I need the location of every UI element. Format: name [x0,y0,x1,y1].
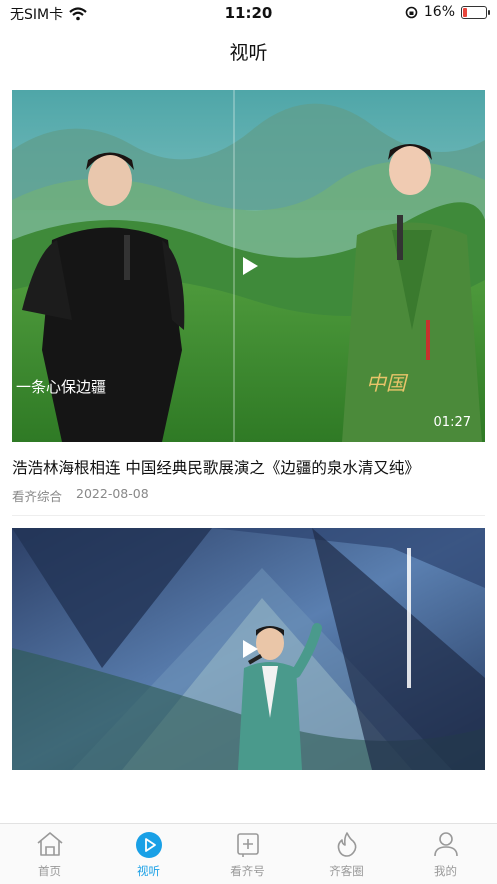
video-source: 看齐综合 [12,489,63,504]
plus-square-icon [236,833,259,857]
tab-label: 视听 [137,864,160,878]
user-icon [433,832,458,857]
video-card[interactable] [12,528,485,770]
battery-icon [461,5,490,19]
video-card[interactable]: 一条心保边疆 中国 01:27 浩浩林海根相连 中国经典民歌展演之《边疆的泉水清… [12,90,485,520]
play-icon[interactable] [236,636,262,662]
play-icon[interactable] [236,253,262,279]
tab-qikequan[interactable]: 齐客圈 [297,824,396,884]
bottom-tab-bar: 首页 视听 看齐号 齐客圈 我的 [0,823,497,884]
video-title[interactable]: 浩浩林海根相连 中国经典民歌展演之《边疆的泉水清又纯》 [12,456,420,478]
show-logo-mark: 中国 [366,371,409,395]
home-icon [36,832,63,856]
video-thumbnail[interactable] [12,528,485,770]
page-title: 视听 [229,42,268,64]
tab-label: 看齐号 [230,864,265,878]
tab-label: 齐客圈 [329,864,364,878]
tab-home[interactable]: 首页 [0,824,99,884]
subtitle-overlay: 一条心保边疆 [16,378,106,396]
play-icon [135,832,162,858]
rotation-lock-icon [405,6,418,18]
tab-label: 首页 [38,864,61,878]
status-bar: 无SIM卡 11:20 16% [0,0,497,26]
video-date: 2022-08-08 [76,486,149,501]
video-thumbnail[interactable]: 一条心保边疆 中国 01:27 [12,90,485,442]
battery-percent: 16% [423,4,455,20]
tab-label: 我的 [434,864,457,878]
divider [12,515,485,516]
flame-icon [337,832,356,857]
tab-video[interactable]: 视听 [99,824,198,884]
video-duration: 01:27 [433,415,471,430]
tab-kanqihao[interactable]: 看齐号 [198,824,297,884]
tab-mine[interactable]: 我的 [396,824,495,884]
